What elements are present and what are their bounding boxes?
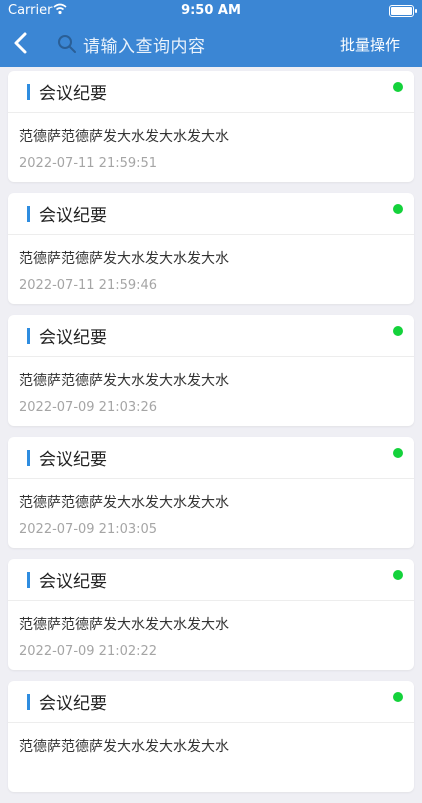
status-dot	[393, 204, 403, 214]
card-header: 会议纪要	[8, 193, 414, 235]
status-dot	[393, 82, 403, 92]
list-item[interactable]: 会议纪要 范德萨范德萨发大水发大水发大水 2022-07-11 21:59:46	[8, 193, 414, 304]
card-header: 会议纪要	[8, 559, 414, 601]
chevron-left-icon[interactable]	[10, 28, 32, 58]
list-item[interactable]: 会议纪要 范德萨范德萨发大水发大水发大水 2022-07-11 21:59:51	[8, 71, 414, 182]
accent-bar	[27, 694, 30, 710]
status-dot	[393, 570, 403, 580]
item-date: 2022-07-11 21:59:51	[19, 156, 158, 171]
accent-bar	[27, 206, 30, 222]
batch-operation-button[interactable]: 批量操作	[340, 34, 400, 55]
item-content: 范德萨范德萨发大水发大水发大水	[19, 739, 229, 755]
accent-bar	[27, 84, 30, 100]
item-date: 2022-07-09 21:03:05	[19, 522, 158, 537]
list-item[interactable]: 会议纪要 范德萨范德萨发大水发大水发大水 2022-07-09 21:03:26	[8, 315, 414, 426]
card-header: 会议纪要	[8, 681, 414, 723]
list-item[interactable]: 会议纪要 范德萨范德萨发大水发大水发大水 2022-07-09 21:02:22	[8, 559, 414, 670]
item-title: 会议纪要	[39, 328, 107, 348]
status-dot	[393, 326, 403, 336]
item-content: 范德萨范德萨发大水发大水发大水	[19, 251, 229, 267]
status-dot	[393, 692, 403, 702]
item-date: 2022-07-09 21:02:22	[19, 644, 158, 659]
status-time: 9:50 AM	[181, 3, 241, 18]
search-input[interactable]: 请输入查询内容	[55, 30, 315, 58]
list-item[interactable]: 会议纪要 范德萨范德萨发大水发大水发大水 2022-07-09 21:03:05	[8, 437, 414, 548]
search-icon	[58, 35, 76, 53]
top-bar: Carrier 9:50 AM 请输入查询内容 批量操作	[0, 0, 422, 67]
list-item[interactable]: 会议纪要 范德萨范德萨发大水发大水发大水	[8, 681, 414, 792]
search-placeholder: 请输入查询内容	[83, 37, 206, 57]
card-header: 会议纪要	[8, 71, 414, 113]
card-header: 会议纪要	[8, 437, 414, 479]
status-bar: Carrier 9:50 AM	[0, 0, 422, 22]
item-content: 范德萨范德萨发大水发大水发大水	[19, 129, 229, 145]
item-content: 范德萨范德萨发大水发大水发大水	[19, 617, 229, 633]
item-content: 范德萨范德萨发大水发大水发大水	[19, 373, 229, 389]
status-dot	[393, 448, 403, 458]
item-content: 范德萨范德萨发大水发大水发大水	[19, 495, 229, 511]
item-title: 会议纪要	[39, 206, 107, 226]
accent-bar	[27, 572, 30, 588]
accent-bar	[27, 328, 30, 344]
item-date: 2022-07-09 21:03:26	[19, 400, 158, 415]
battery-icon	[389, 5, 417, 17]
item-title: 会议纪要	[39, 450, 107, 470]
item-title: 会议纪要	[39, 84, 107, 104]
item-title: 会议纪要	[39, 694, 107, 714]
record-list: 会议纪要 范德萨范德萨发大水发大水发大水 2022-07-11 21:59:51…	[8, 71, 414, 803]
card-header: 会议纪要	[8, 315, 414, 357]
accent-bar	[27, 450, 30, 466]
item-title: 会议纪要	[39, 572, 107, 592]
item-date: 2022-07-11 21:59:46	[19, 278, 158, 293]
